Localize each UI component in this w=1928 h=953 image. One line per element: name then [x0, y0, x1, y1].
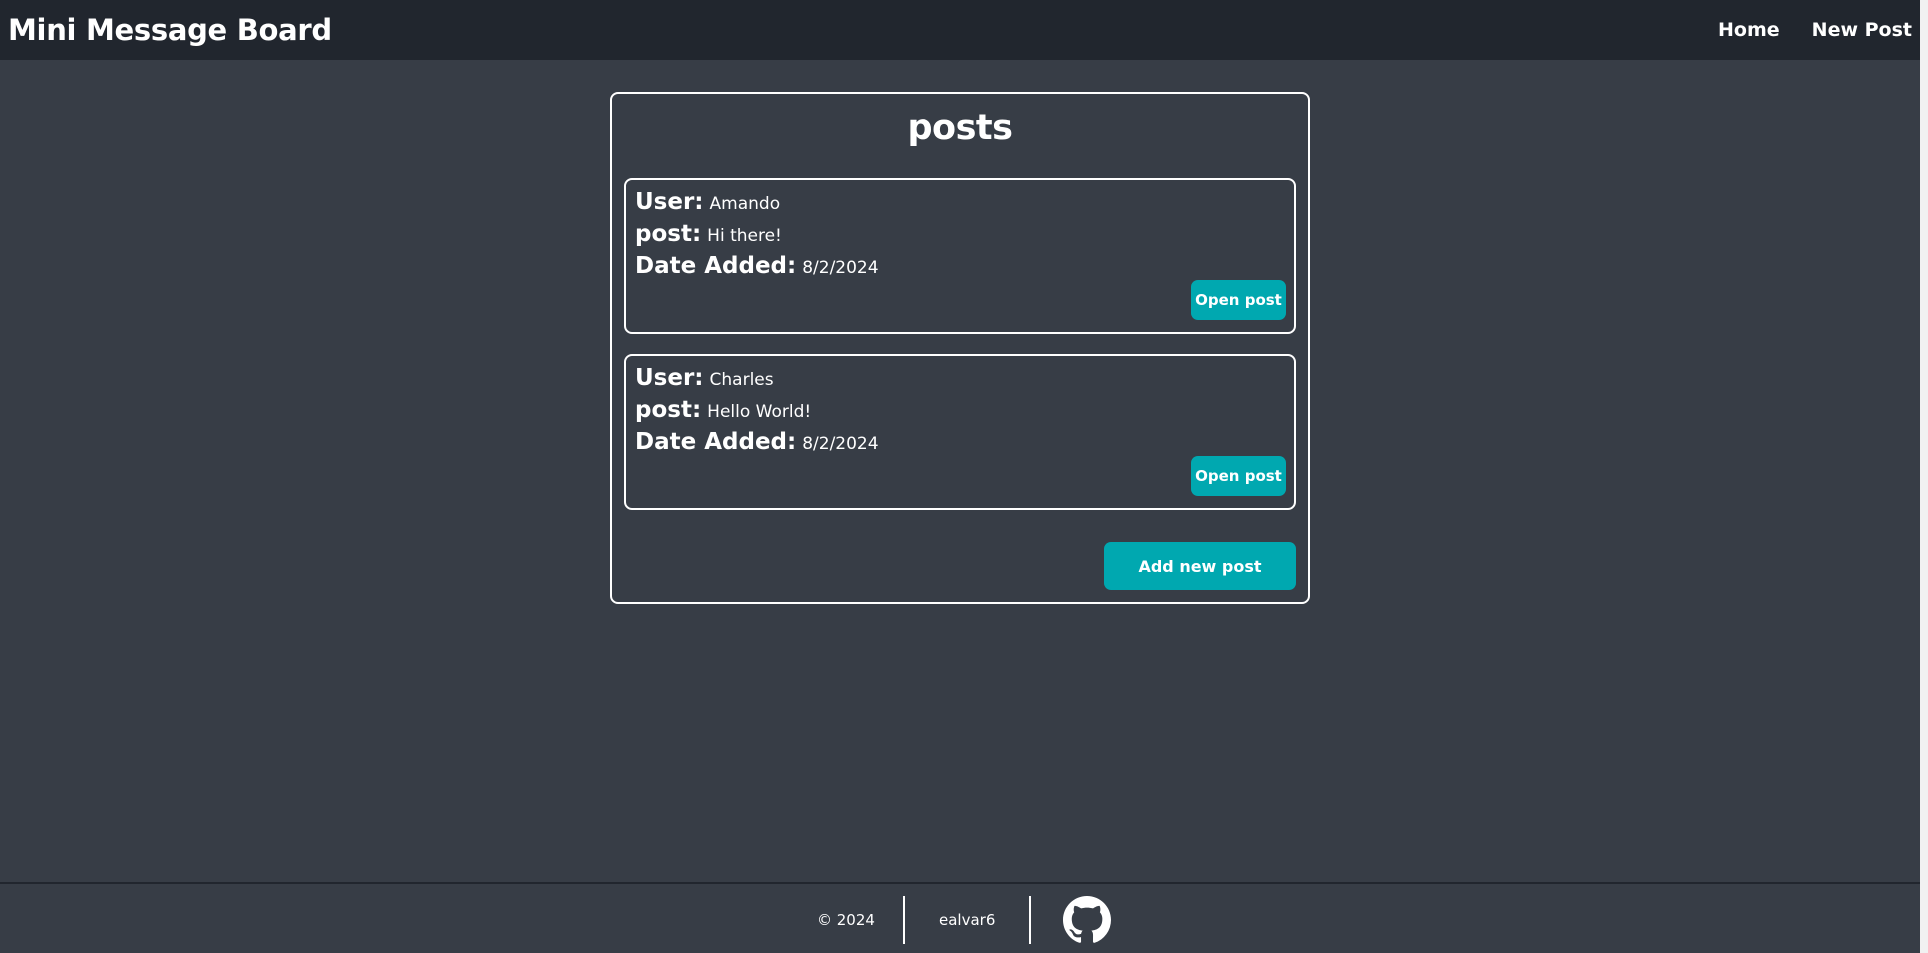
add-new-post-button[interactable]: Add new post	[1104, 542, 1296, 590]
post-text-row: post: Hello World!	[635, 397, 1285, 429]
page-title: posts	[907, 108, 1014, 148]
user-value: Amando	[709, 194, 781, 214]
post-card: User: Amando post: Hi there! Date Added:…	[624, 178, 1296, 334]
post-user-row: User: Amando	[635, 189, 1285, 221]
post-text-row: post: Hi there!	[635, 221, 1285, 253]
date-label: Date Added:	[635, 253, 797, 279]
post-label: post:	[635, 397, 702, 423]
post-card: User: Charles post: Hello World! Date Ad…	[624, 354, 1296, 510]
site-title: Mini Message Board	[8, 13, 332, 47]
posts-panel: posts User: Amando post: Hi there! Date …	[610, 92, 1310, 604]
copyright-text: © 2024	[817, 911, 875, 929]
post-value: Hi there!	[707, 226, 782, 246]
user-label: User:	[635, 189, 704, 215]
user-value: Charles	[709, 370, 774, 390]
post-value: Hello World!	[707, 402, 812, 422]
date-label: Date Added:	[635, 429, 797, 455]
open-post-button[interactable]: Open post	[1191, 456, 1286, 496]
footer-content: © 2024 ealvar6	[817, 896, 1112, 944]
nav-link-home[interactable]: Home	[1718, 19, 1780, 41]
top-navbar: Mini Message Board Home New Post	[0, 0, 1920, 60]
post-label: post:	[635, 221, 702, 247]
footer-divider	[1029, 896, 1032, 944]
github-icon[interactable]	[1063, 896, 1112, 944]
main-nav: Home New Post	[1718, 19, 1912, 41]
page-scrollbar[interactable]	[1920, 0, 1928, 953]
post-user-row: User: Charles	[635, 365, 1285, 397]
author-username: ealvar6	[939, 911, 996, 929]
nav-link-new-post[interactable]: New Post	[1812, 19, 1912, 41]
post-date-row: Date Added: 8/2/2024	[635, 253, 1285, 285]
date-value: 8/2/2024	[802, 258, 879, 278]
page-footer: © 2024 ealvar6	[0, 882, 1920, 953]
open-post-button[interactable]: Open post	[1191, 280, 1286, 320]
date-value: 8/2/2024	[802, 434, 879, 454]
post-date-row: Date Added: 8/2/2024	[635, 429, 1285, 461]
user-label: User:	[635, 365, 704, 391]
